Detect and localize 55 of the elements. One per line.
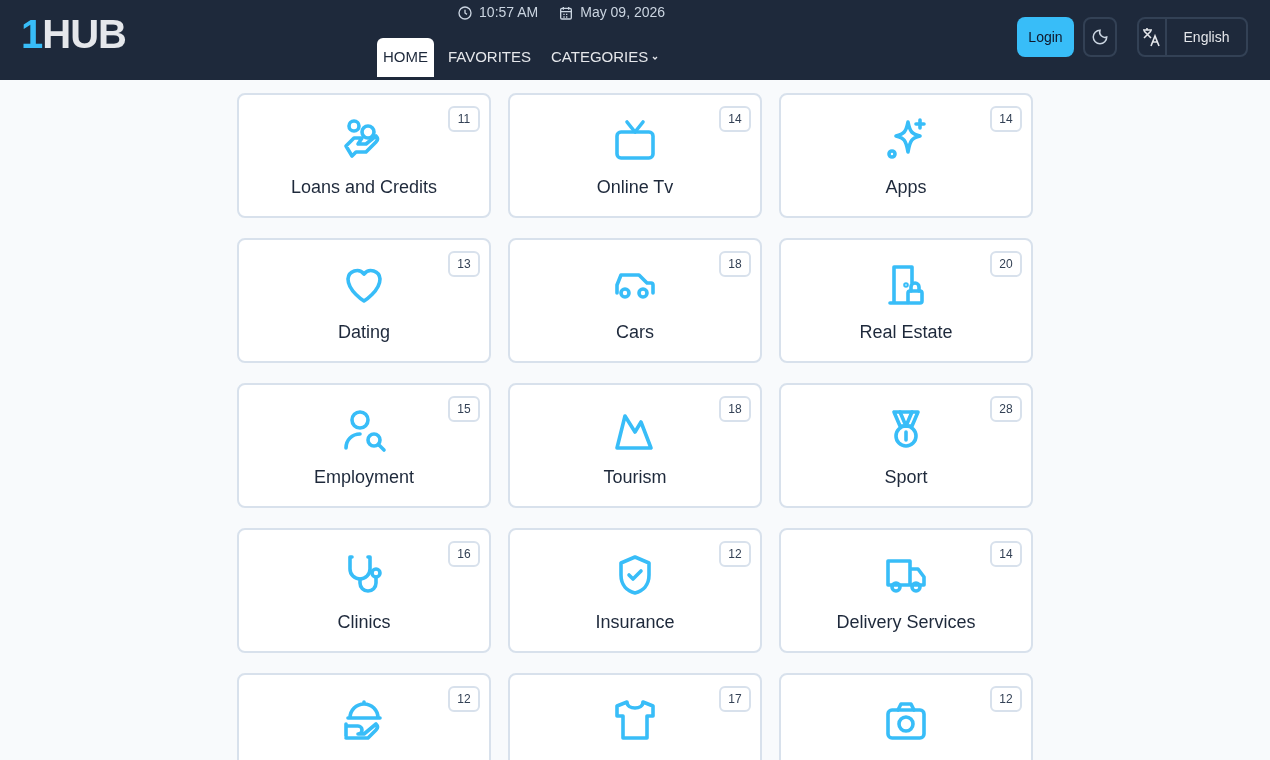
login-button[interactable]: Login bbox=[1017, 17, 1074, 57]
category-label: Dating bbox=[338, 321, 390, 344]
count-badge: 20 bbox=[990, 251, 1022, 277]
category-label: Apps bbox=[885, 176, 927, 199]
count-badge: 13 bbox=[448, 251, 480, 277]
count-badge: 15 bbox=[448, 396, 480, 422]
count-badge: 18 bbox=[719, 396, 751, 422]
category-card[interactable]: 16 Clinics bbox=[237, 528, 491, 653]
category-card[interactable]: 14 Online Tv bbox=[508, 93, 762, 218]
category-card[interactable]: 12 bbox=[779, 673, 1033, 760]
nav-tab[interactable]: HOME bbox=[376, 38, 434, 77]
category-card[interactable]: 14 Apps bbox=[779, 93, 1033, 218]
category-label: Delivery Services bbox=[836, 611, 976, 634]
category-card[interactable]: 12 Insurance bbox=[508, 528, 762, 653]
category-label: Insurance bbox=[595, 611, 675, 634]
category-card[interactable]: 13 Dating bbox=[237, 238, 491, 363]
category-label: Employment bbox=[313, 466, 414, 489]
theme-toggle-button[interactable] bbox=[1083, 17, 1117, 57]
count-badge: 12 bbox=[990, 686, 1022, 712]
count-badge: 28 bbox=[990, 396, 1022, 422]
category-label: Tourism bbox=[603, 466, 667, 489]
category-card[interactable]: 14 Delivery Services bbox=[779, 528, 1033, 653]
nav-tab[interactable]: CATEGORIES bbox=[545, 38, 666, 77]
date-text: May 09, 2026 bbox=[580, 3, 666, 22]
category-card[interactable]: 18 Tourism bbox=[508, 383, 762, 508]
category-card[interactable]: 12 bbox=[237, 673, 491, 760]
category-card[interactable]: 20 Real Estate bbox=[779, 238, 1033, 363]
category-label: Online Tv bbox=[596, 176, 674, 199]
language-selector[interactable]: English bbox=[1137, 17, 1248, 57]
count-badge: 12 bbox=[448, 686, 480, 712]
moon-icon bbox=[1091, 28, 1109, 46]
category-card[interactable]: 28 Sport bbox=[779, 383, 1033, 508]
calendar-icon bbox=[558, 4, 575, 21]
category-label: Clinics bbox=[337, 611, 391, 634]
count-badge: 14 bbox=[990, 106, 1022, 132]
count-badge: 11 bbox=[448, 106, 480, 132]
translate-icon bbox=[1142, 26, 1162, 48]
nav-tab[interactable]: FAVORITES bbox=[441, 38, 537, 77]
category-label: Real Estate bbox=[859, 321, 953, 344]
category-card[interactable]: 17 bbox=[508, 673, 762, 760]
count-badge: 18 bbox=[719, 251, 751, 277]
count-badge: 14 bbox=[990, 541, 1022, 567]
category-label: Cars bbox=[616, 321, 654, 344]
category-card[interactable]: 18 Cars bbox=[508, 238, 762, 363]
category-label: Loans and Credits bbox=[290, 176, 438, 199]
count-badge: 14 bbox=[719, 106, 751, 132]
category-label: Sport bbox=[884, 466, 928, 489]
count-badge: 17 bbox=[719, 686, 751, 712]
clock-icon bbox=[457, 4, 474, 21]
count-badge: 12 bbox=[719, 541, 751, 567]
count-badge: 16 bbox=[448, 541, 480, 567]
logo[interactable]: 1HUB bbox=[21, 14, 126, 54]
time-text: 10:57 AM bbox=[479, 3, 539, 22]
category-card[interactable]: 15 Employment bbox=[237, 383, 491, 508]
category-card[interactable]: 11 Loans and Credits bbox=[237, 93, 491, 218]
